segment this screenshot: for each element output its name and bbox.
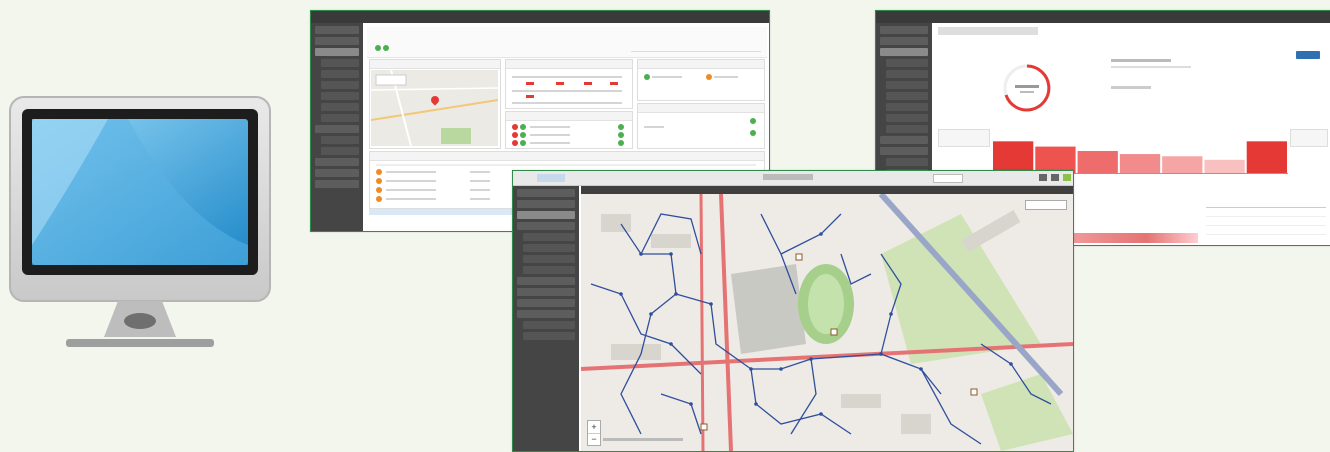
zoom-out-button[interactable]: − (588, 434, 600, 445)
action-button[interactable] (1296, 51, 1320, 59)
network-map-screenshot: + − (512, 170, 1074, 452)
top-bar (876, 11, 1330, 23)
chart-bar (1077, 151, 1118, 173)
settings-toggle[interactable] (1063, 174, 1071, 181)
top-bar (311, 11, 769, 23)
progress-ring (1003, 64, 1051, 112)
stats-table-panel (505, 59, 633, 109)
bar-chart (992, 129, 1288, 173)
zoom-in-button[interactable]: + (588, 421, 600, 434)
chart-bar (1246, 141, 1287, 173)
chart-bar (1162, 156, 1203, 173)
legend-panel (637, 59, 765, 101)
layer-switcher[interactable] (1025, 200, 1067, 210)
events-panel (505, 111, 633, 149)
map-panel (369, 59, 501, 149)
chart-bar (1119, 154, 1161, 173)
zoom-control: + − (587, 420, 601, 446)
chart-bar (1204, 159, 1245, 173)
sidebar (513, 186, 579, 451)
summary-panel (637, 103, 765, 149)
sidebar (311, 23, 363, 231)
map-view[interactable]: + − (581, 194, 1073, 451)
chart-bar (993, 141, 1034, 173)
computer-monitor-icon (9, 96, 271, 347)
